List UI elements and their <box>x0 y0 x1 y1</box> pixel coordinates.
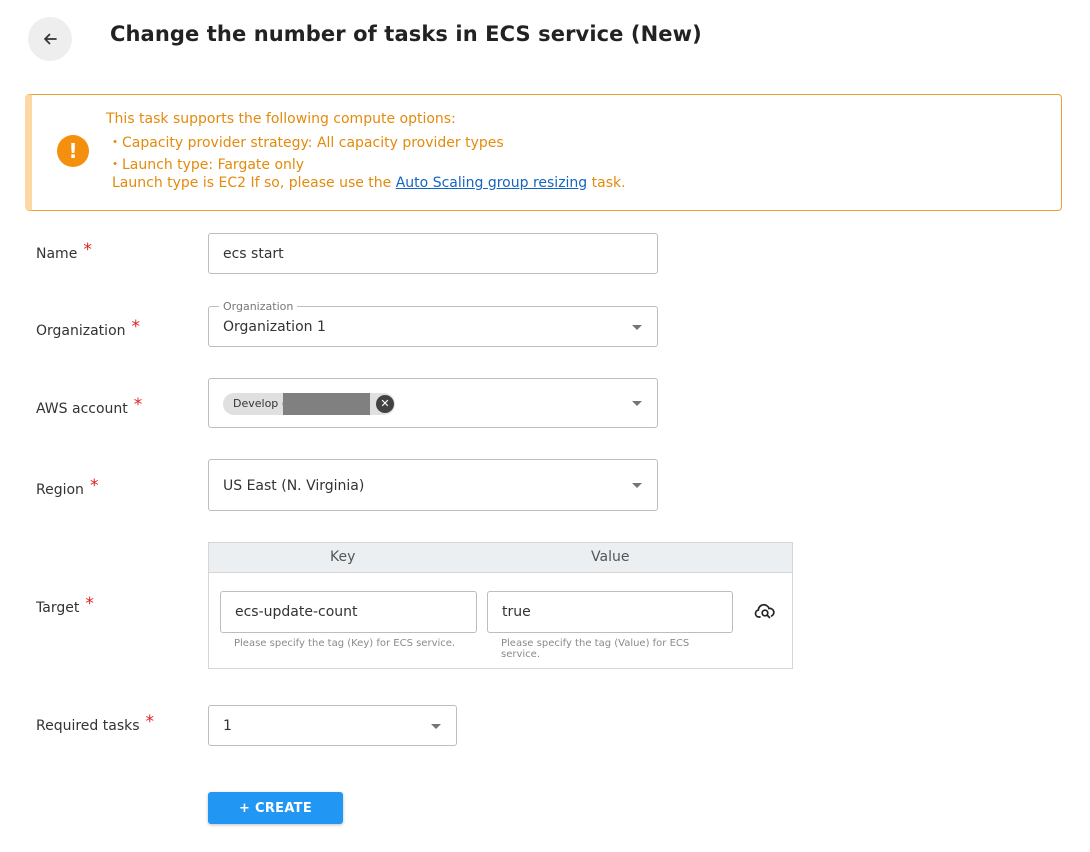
aws-account-select[interactable]: Develop ( ✕ <box>208 378 658 428</box>
chevron-down-icon <box>431 724 441 729</box>
chevron-down-icon <box>632 401 642 406</box>
target-key-value: ecs-update-count <box>235 604 358 620</box>
chevron-down-icon <box>632 325 642 330</box>
banner-line-4-prefix: Launch type is EC2 If so, please use the <box>112 175 396 191</box>
region-select-value: US East (N. Virginia) <box>223 478 365 494</box>
create-button[interactable]: + CREATE <box>208 792 343 824</box>
required-tasks-select[interactable]: 1 <box>208 705 457 746</box>
target-table-header: Key Value <box>209 543 792 573</box>
required-tasks-label: Required tasks * <box>36 712 155 734</box>
banner-line-1: This task supports the following compute… <box>106 111 456 127</box>
cloud-search-icon[interactable] <box>754 602 776 620</box>
organization-select[interactable]: Organization Organization 1 <box>208 300 658 347</box>
aws-account-chip: Develop ( ✕ <box>223 393 395 415</box>
region-select[interactable]: US East (N. Virginia) <box>208 459 658 511</box>
organization-floating-label: Organization <box>219 300 298 313</box>
banner-line-3: ・Launch type: Fargate only <box>108 157 305 173</box>
banner-line-4-suffix: task. <box>587 175 626 191</box>
organization-select-value: Organization 1 <box>223 319 326 335</box>
banner-line-2: ・Capacity provider strategy: All capacit… <box>108 135 504 151</box>
required-mark: * <box>83 240 92 260</box>
chevron-down-icon <box>632 483 642 488</box>
name-input[interactable]: ecs start <box>208 233 658 274</box>
auto-scaling-resize-link[interactable]: Auto Scaling group resizing <box>396 175 587 191</box>
name-input-value: ecs start <box>223 246 284 262</box>
target-value-helper: Please specify the tag (Value) for ECS s… <box>501 638 690 660</box>
aws-account-chip-label: Develop ( <box>233 397 287 410</box>
arrow-left-icon <box>44 33 57 45</box>
name-label: Name * <box>36 240 92 262</box>
banner-line-4: Launch type is EC2 If so, please use the… <box>112 175 626 191</box>
chip-remove-icon[interactable]: ✕ <box>376 395 394 413</box>
aws-account-label: AWS account * <box>36 395 143 417</box>
back-button[interactable] <box>28 17 72 61</box>
target-tag-table: Key Value ecs-update-count Please specif… <box>208 542 793 669</box>
exclamation-icon: ! <box>57 135 89 167</box>
target-key-helper: Please specify the tag (Key) for ECS ser… <box>234 638 456 649</box>
required-mark: * <box>89 476 99 496</box>
organization-label: Organization * <box>36 317 141 339</box>
compute-options-banner: ! This task supports the following compu… <box>25 94 1062 211</box>
required-mark: * <box>133 395 143 415</box>
target-value-input[interactable]: true <box>487 591 733 633</box>
target-label: Target * <box>36 594 94 616</box>
target-key-input[interactable]: ecs-update-count <box>220 591 477 633</box>
required-mark: * <box>145 712 155 732</box>
page-title: Change the number of tasks in ECS servic… <box>110 22 702 46</box>
target-value-value: true <box>502 604 531 620</box>
region-label: Region * <box>36 476 99 498</box>
required-mark: * <box>131 317 141 337</box>
key-column-header: Key <box>330 549 356 565</box>
required-tasks-value: 1 <box>223 718 232 734</box>
required-mark: * <box>85 594 94 614</box>
value-column-header: Value <box>591 549 630 565</box>
redacted-account-id <box>283 393 370 415</box>
